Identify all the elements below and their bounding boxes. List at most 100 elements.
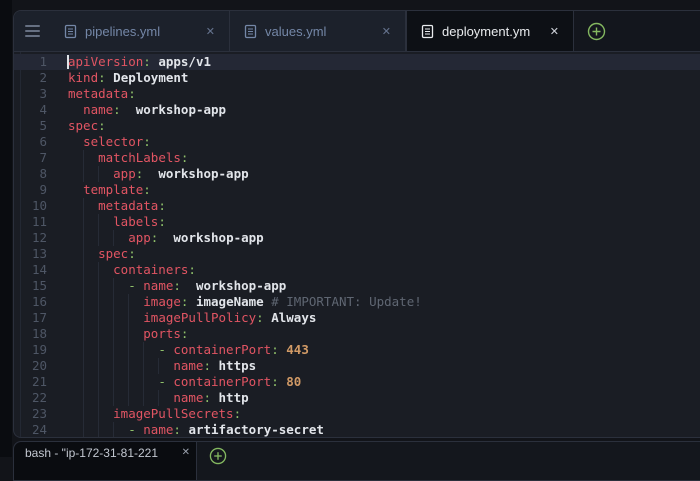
code-line[interactable]: 17 imagePullPolicy: Always <box>14 310 700 326</box>
terminal-tab-label: bash - "ip-172-31-81-221 <box>25 446 159 460</box>
code-line[interactable]: 14 containers: <box>14 262 700 278</box>
indent-guide-line <box>98 358 100 374</box>
code-line[interactable]: 1 apiVersion: apps/v1 <box>14 54 700 70</box>
code-line[interactable]: 19 - containerPort: 443 <box>14 342 700 358</box>
code-line[interactable]: 13 spec: <box>14 246 700 262</box>
file-icon <box>244 24 257 38</box>
text-cursor <box>67 55 69 69</box>
code-line[interactable]: 12 app: workshop-app <box>14 230 700 246</box>
indent-guide-line <box>128 326 130 342</box>
indent-guide-line <box>113 390 115 406</box>
code-line[interactable]: 10 metadata: <box>14 198 700 214</box>
left-edge-strip <box>0 0 12 457</box>
code-line[interactable]: 15 - name: workshop-app <box>14 278 700 294</box>
indent-guide-line <box>143 342 145 358</box>
code-line[interactable]: 4 name: workshop-app <box>14 102 700 118</box>
code-line[interactable]: 24 - name: artifactory-secret <box>14 422 700 437</box>
indent-guide-line <box>83 198 85 214</box>
line-number: 16 <box>31 294 47 309</box>
indent-guide-line <box>83 358 85 374</box>
code-line[interactable]: 22 name: http <box>14 390 700 406</box>
close-icon[interactable]: ✕ <box>202 23 219 40</box>
code-text: app: workshop-app <box>68 166 249 182</box>
terminal-tab-bash[interactable]: bash - "ip-172-31-81-221 ✕ <box>14 442 197 480</box>
code-line[interactable]: 23 imagePullSecrets: <box>14 406 700 422</box>
tab-label: values.yml <box>265 23 327 39</box>
tab-pipelines-yml[interactable]: pipelines.yml ✕ <box>50 11 230 51</box>
code-text: selector: <box>83 134 151 149</box>
indent-guide-line <box>113 422 115 437</box>
close-icon[interactable]: ✕ <box>378 23 395 40</box>
code-text: - containerPort: 80 <box>68 374 301 390</box>
code-text: image: imageName # IMPORTANT: Update! <box>68 294 422 310</box>
indent-guide-line <box>83 246 85 262</box>
code-line[interactable]: 11 labels: <box>14 214 700 230</box>
code-text: kind: Deployment <box>68 70 189 85</box>
code-text: metadata: <box>68 198 166 214</box>
new-tab-icon[interactable] <box>585 20 607 42</box>
indent-guide-line <box>83 406 85 422</box>
code-line[interactable]: 2 kind: Deployment <box>14 70 700 86</box>
line-number: 18 <box>31 326 47 341</box>
code-text: - name: artifactory-secret <box>68 422 324 437</box>
indent-guide-line <box>98 214 100 230</box>
indent-guide-line <box>83 310 85 326</box>
line-number: 20 <box>31 358 47 373</box>
code-line[interactable]: 8 app: workshop-app <box>14 166 700 182</box>
file-icon <box>64 24 77 38</box>
code-text: containers: <box>68 262 196 278</box>
line-number: 3 <box>39 86 47 101</box>
indent-guide-line <box>83 278 85 294</box>
code-text: apiVersion: apps/v1 <box>67 54 212 69</box>
indent-guide-line <box>113 294 115 310</box>
hamburger-menu-icon[interactable] <box>14 11 50 51</box>
code-text: matchLabels: <box>68 150 188 166</box>
indent-guide-line <box>143 390 145 406</box>
indent-guide-line <box>98 278 100 294</box>
code-line[interactable]: 5 spec: <box>14 118 700 134</box>
indent-guide-line <box>128 342 130 358</box>
indent-guide-line <box>83 374 85 390</box>
line-number: 14 <box>31 262 47 277</box>
indent-guide-line <box>113 278 115 294</box>
code-line[interactable]: 3 metadata: <box>14 86 700 102</box>
line-number: 19 <box>31 342 47 357</box>
line-number: 24 <box>31 422 47 437</box>
indent-guide-line <box>83 150 85 166</box>
indent-guide-line <box>98 326 100 342</box>
code-text: name: https <box>68 358 256 374</box>
code-text: labels: <box>68 214 166 230</box>
code-line[interactable]: 21 - containerPort: 80 <box>14 374 700 390</box>
code-text: ports: <box>68 326 188 342</box>
line-number: 9 <box>39 182 47 197</box>
file-icon <box>421 24 434 38</box>
code-line[interactable]: 18 ports: <box>14 326 700 342</box>
close-icon[interactable]: ✕ <box>546 23 563 40</box>
code-line[interactable]: 16 image: imageName # IMPORTANT: Update! <box>14 294 700 310</box>
line-number: 15 <box>31 278 47 293</box>
indent-guide-line <box>143 374 145 390</box>
tab-deployment-yml[interactable]: deployment.yml ✕ <box>406 11 574 51</box>
code-line[interactable]: 6 selector: <box>14 134 700 150</box>
line-number: 1 <box>39 54 47 69</box>
line-number: 8 <box>39 166 47 181</box>
new-terminal-icon[interactable] <box>207 445 229 467</box>
line-number: 10 <box>31 198 47 213</box>
line-number: 21 <box>31 374 47 389</box>
indent-guide-line <box>83 262 85 278</box>
indent-guide-line <box>158 358 160 374</box>
close-icon[interactable]: ✕ <box>182 446 190 458</box>
code-editor[interactable]: 1 apiVersion: apps/v1 2 kind: Deployment 3 me… <box>14 52 700 437</box>
code-line[interactable]: 9 template: <box>14 182 700 198</box>
terminal-new-tab-area <box>197 442 229 467</box>
line-number: 5 <box>39 118 47 133</box>
indent-guide-line <box>113 310 115 326</box>
indent-guide-line <box>128 390 130 406</box>
indent-guide-line <box>98 310 100 326</box>
editor-panel: pipelines.yml ✕ values.yml ✕ deployment. <box>13 10 700 438</box>
indent-guide-line <box>98 406 100 422</box>
indent-guide-line <box>98 374 100 390</box>
code-line[interactable]: 20 name: https <box>14 358 700 374</box>
code-line[interactable]: 7 matchLabels: <box>14 150 700 166</box>
tab-values-yml[interactable]: values.yml ✕ <box>230 11 406 51</box>
